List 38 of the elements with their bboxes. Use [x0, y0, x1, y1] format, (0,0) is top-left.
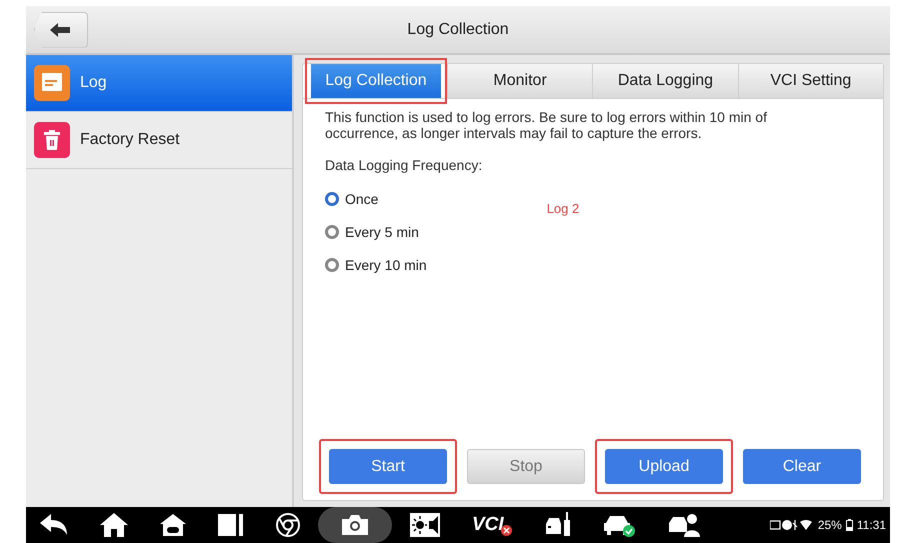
car-check-icon[interactable] — [604, 513, 636, 537]
back-arrow-icon — [50, 22, 72, 36]
notepad-icon — [34, 65, 70, 101]
browser-icon[interactable] — [276, 513, 300, 537]
sidebar-item[interactable]: Factory Reset — [26, 112, 292, 169]
radio-button[interactable] — [325, 192, 339, 206]
tab[interactable]: Data Logging — [592, 64, 738, 98]
frequency-label: Data Logging Frequency: — [325, 157, 484, 173]
tab[interactable]: Log Collection — [311, 64, 441, 98]
car-person-icon[interactable] — [668, 513, 700, 537]
recents-icon[interactable] — [218, 514, 244, 536]
tab[interactable]: VCI Setting — [738, 64, 883, 98]
vci-status[interactable]: VCI — [472, 514, 512, 536]
window-title: Log Collection — [407, 20, 509, 38]
annotation-label: Log 2 — [546, 201, 580, 216]
radio-option[interactable]: Every 5 min — [325, 224, 427, 240]
sidebar-item[interactable]: Log — [26, 55, 292, 112]
battery-icon — [846, 519, 853, 531]
battery-percent: 25% — [818, 518, 842, 532]
action-button[interactable]: Upload — [605, 449, 723, 484]
back-button[interactable] — [34, 12, 88, 48]
action-button[interactable]: Clear — [743, 449, 861, 484]
car-antenna-icon[interactable] — [544, 512, 572, 538]
brightness-icon[interactable] — [410, 513, 440, 537]
clock-time: 11:31 — [856, 518, 886, 532]
tab[interactable]: Monitor — [446, 64, 592, 98]
back-arrow-icon[interactable] — [40, 514, 68, 536]
home-icon[interactable] — [100, 513, 128, 537]
radio-option[interactable]: Once — [325, 191, 427, 207]
radio-button[interactable] — [325, 225, 339, 239]
radio-button[interactable] — [325, 258, 339, 272]
camera-button[interactable] — [318, 507, 392, 543]
radio-option[interactable]: Every 10 min — [325, 257, 427, 273]
description-text: This function is used to log errors. Be sure to log errors within 10 min of occurrence, as longer intervals may fail to capture the errors. — [325, 109, 768, 141]
trash-icon — [34, 122, 70, 158]
robot-home-icon[interactable] — [160, 514, 186, 536]
camera-icon — [342, 515, 368, 535]
action-button[interactable]: Start — [329, 449, 447, 484]
